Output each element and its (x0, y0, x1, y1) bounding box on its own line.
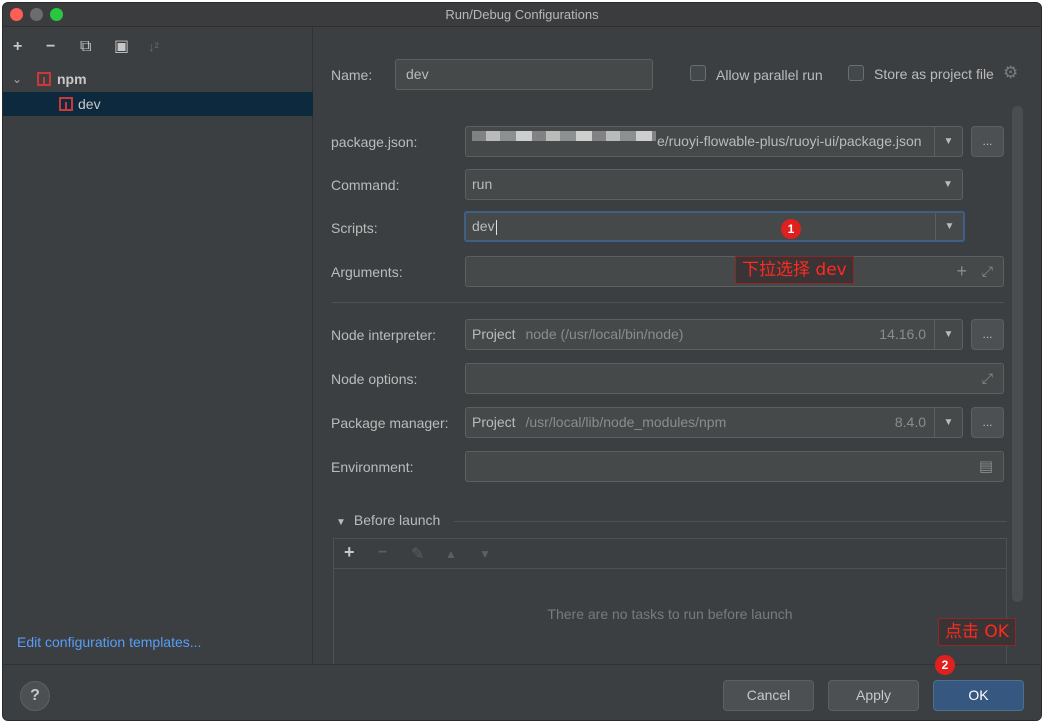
divider (332, 302, 1004, 303)
npm-icon (37, 72, 51, 86)
move-down-icon[interactable]: ▼ (479, 547, 491, 561)
before-launch-list: + − ✎ ▲ ▼ There are no tasks to run befo… (333, 538, 1007, 664)
tree-item-label: dev (78, 96, 101, 112)
empty-tasks-message: There are no tasks to run before launch (547, 606, 793, 622)
browse-package-manager-button[interactable]: ... (971, 407, 1004, 438)
before-launch-header[interactable]: ▼ Before launch (336, 512, 440, 528)
apply-button[interactable]: Apply (828, 680, 919, 711)
document-icon[interactable]: ▤ (979, 452, 993, 481)
name-field[interactable]: dev (395, 59, 653, 90)
package-manager-select[interactable]: Project /usr/local/lib/node_modules/npm … (465, 407, 963, 438)
node-options-field[interactable]: ⤢ (465, 363, 1004, 394)
sort-icon[interactable]: ↓² (148, 39, 159, 55)
config-tree-panel: + − ⧉ ▣ ↓² ⌄ npm dev Edit configuration … (3, 28, 313, 664)
tree-item-npm[interactable]: ⌄ npm (3, 67, 313, 91)
ok-button[interactable]: OK (933, 680, 1024, 711)
redacted-path (472, 131, 656, 141)
scripts-select[interactable]: dev ▼ (464, 211, 965, 242)
add-icon[interactable]: + (956, 257, 967, 286)
move-up-icon[interactable]: ▲ (445, 547, 457, 561)
environment-field[interactable]: ▤ (465, 451, 1004, 482)
package-json-field[interactable]: e/ruoyi-flowable-plus/ruoyi-ui/package.j… (465, 126, 963, 157)
expand-icon[interactable]: ⤢ (982, 257, 993, 286)
step-badge-1: 1 (781, 219, 801, 239)
pencil-icon[interactable]: ✎ (411, 544, 424, 564)
chevron-down-icon[interactable]: ▼ (934, 408, 962, 437)
node-interpreter-select[interactable]: Project node (/usr/local/bin/node) 14.16… (465, 319, 963, 350)
help-button[interactable]: ? (20, 681, 50, 711)
edit-templates-link[interactable]: Edit configuration templates... (17, 634, 201, 650)
folder-icon[interactable]: ▣ (114, 39, 129, 55)
npm-icon (59, 97, 73, 111)
command-label: Command: (331, 177, 400, 193)
add-icon[interactable]: + (344, 542, 355, 563)
annotation-click-ok: 点击 OK (938, 618, 1016, 646)
environment-label: Environment: (331, 459, 414, 475)
browse-node-button[interactable]: ... (971, 319, 1004, 350)
allow-parallel-label: Allow parallel run (716, 67, 823, 83)
allow-parallel-checkbox[interactable] (690, 65, 706, 81)
chevron-down-icon[interactable]: ▼ (935, 213, 963, 240)
chevron-down-icon: ▼ (336, 517, 346, 528)
tree-toolbar: + − ⧉ ▣ ↓² (3, 28, 313, 66)
expand-icon[interactable]: ⤢ (982, 364, 993, 393)
remove-icon[interactable]: − (378, 544, 387, 562)
package-json-label: package.json: (331, 134, 418, 150)
name-label: Name: (331, 67, 373, 83)
node-options-label: Node options: (331, 371, 418, 387)
store-project-checkbox[interactable] (848, 65, 864, 81)
node-interpreter-label: Node interpreter: (331, 327, 437, 343)
copy-icon[interactable]: ⧉ (80, 39, 91, 55)
remove-icon[interactable]: − (46, 39, 55, 55)
scrollbar[interactable] (1012, 106, 1023, 602)
chevron-down-icon[interactable]: ⌄ (12, 67, 22, 91)
window-title: Run/Debug Configurations (445, 7, 599, 22)
chevron-down-icon[interactable]: ▼ (934, 127, 962, 156)
gear-icon[interactable]: ⚙ (1003, 63, 1018, 83)
add-icon[interactable]: + (13, 39, 22, 55)
scripts-label: Scripts: (331, 220, 378, 236)
before-launch-toolbar: + − ✎ ▲ ▼ (334, 539, 1006, 569)
annotation-select-dev: 下拉选择 dev (735, 256, 854, 284)
command-select[interactable]: run ▼ (465, 169, 963, 200)
divider (454, 521, 1007, 522)
cancel-button[interactable]: Cancel (723, 680, 814, 711)
tree-item-dev[interactable]: dev (3, 92, 313, 116)
title-bar: Run/Debug Configurations (3, 3, 1041, 27)
arguments-label: Arguments: (331, 264, 403, 280)
config-form-panel: Name: dev Allow parallel run Store as pr… (314, 28, 1041, 664)
step-badge-2: 2 (935, 655, 955, 675)
run-debug-dialog: Run/Debug Configurations + − ⧉ ▣ ↓² ⌄ np… (2, 2, 1042, 721)
chevron-down-icon[interactable]: ▼ (934, 170, 962, 199)
dialog-footer: ? Cancel Apply OK (3, 664, 1041, 720)
package-manager-label: Package manager: (331, 415, 449, 431)
chevron-down-icon[interactable]: ▼ (934, 320, 962, 349)
store-project-label: Store as project file (874, 66, 994, 82)
browse-package-button[interactable]: ... (971, 126, 1004, 157)
tree-item-label: npm (57, 71, 87, 87)
